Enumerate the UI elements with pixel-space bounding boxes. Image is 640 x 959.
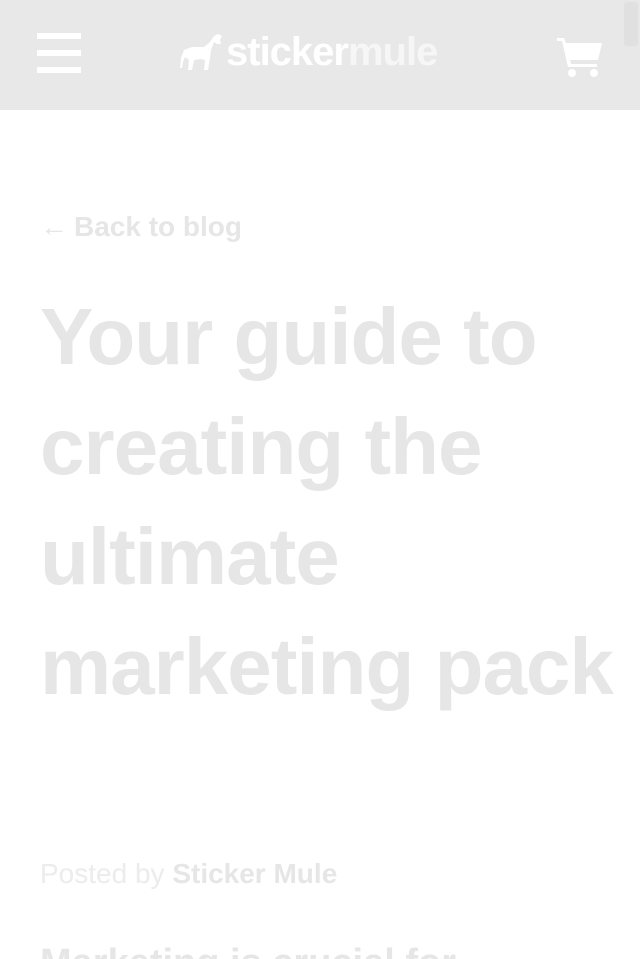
hamburger-menu-icon[interactable] [37, 33, 81, 73]
article-title: Your guide to creating the ultimate mark… [40, 292, 614, 711]
mule-logo-icon [180, 34, 222, 70]
left-arrow-icon: ← [40, 211, 68, 242]
author-link[interactable]: Sticker Mule [172, 858, 337, 889]
shopping-cart-icon[interactable] [557, 36, 603, 78]
site-header: sticker mule [0, 0, 640, 110]
logo-text-sticker: sticker [226, 29, 349, 74]
scrollbar-thumb[interactable] [624, 2, 638, 46]
site-logo[interactable]: sticker mule [180, 29, 438, 74]
back-to-blog-link[interactable]: ← Back to blog [40, 211, 242, 243]
byline-prefix: Posted by [40, 858, 165, 889]
logo-text-mule: mule [347, 29, 438, 74]
byline: Posted by Sticker Mule [40, 858, 337, 890]
article-intro: Marketing is crucial for [40, 940, 620, 959]
back-to-blog-label: Back to blog [74, 211, 243, 242]
